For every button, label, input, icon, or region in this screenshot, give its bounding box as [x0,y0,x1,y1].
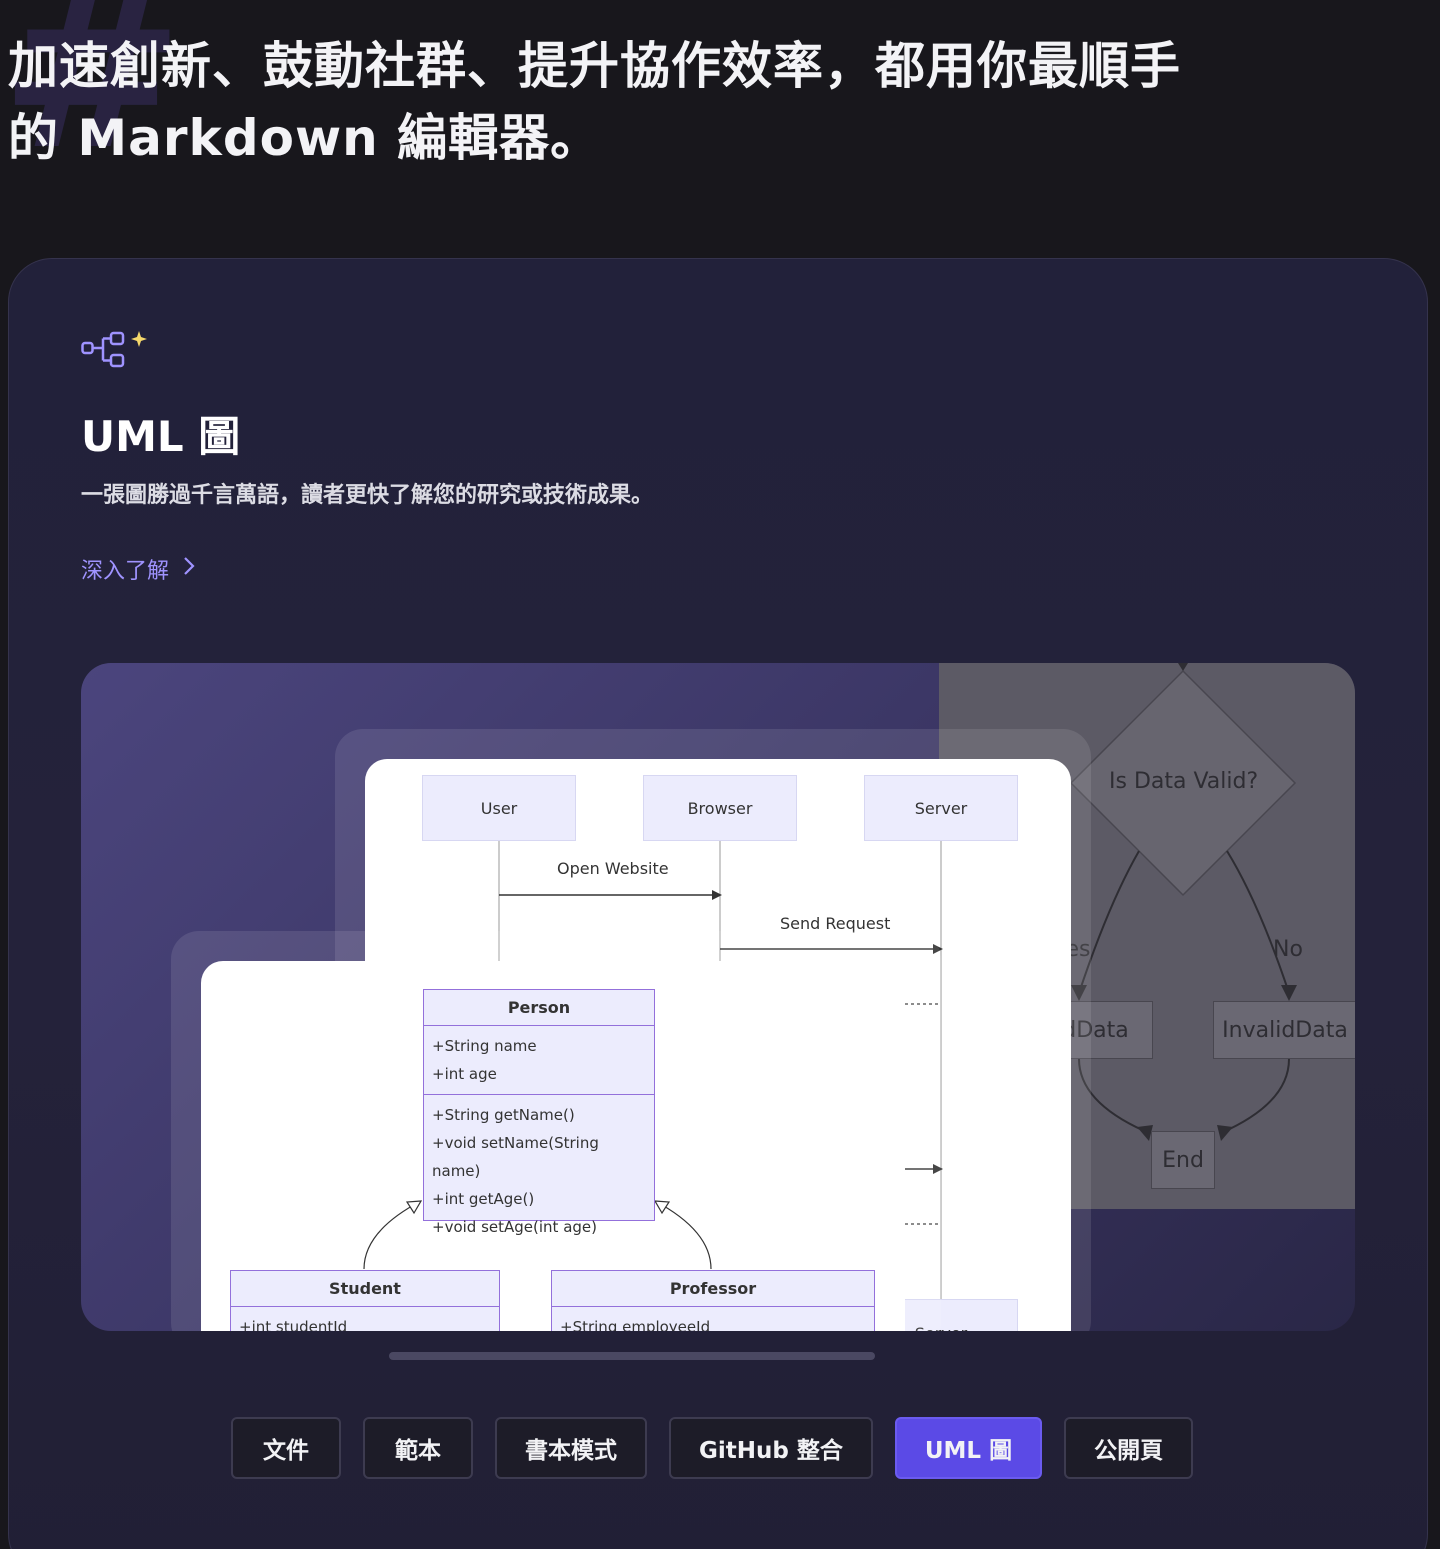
class-student: Student +int studentId [230,1270,500,1331]
class-diagram-card: Person +String name +int age +String get… [201,961,905,1331]
feature-tabs: 文件 範本 書本模式 GitHub 整合 UML 圖 公開頁 [231,1417,1194,1481]
tab-public-pages[interactable]: 公開頁 [1064,1417,1194,1479]
class-professor-name: Professor [552,1271,874,1307]
person-method: +String getName() [432,1106,575,1124]
person-attribute: +String name [432,1037,537,1055]
actor-server: Server [864,775,1018,841]
flow-end-node: End [1151,1131,1215,1189]
person-method: +int getAge() [432,1190,535,1208]
flowchart-sparkle-icon [81,331,153,375]
professor-attribute: +String employeeId [560,1318,711,1331]
tab-book-mode[interactable]: 書本模式 [495,1417,647,1479]
actor-browser: Browser [643,775,797,841]
person-method: +void setAge(int age) [432,1218,597,1236]
preview-scrollbar[interactable] [389,1352,875,1360]
tab-documents[interactable]: 文件 [231,1417,341,1479]
class-person-name: Person [424,990,654,1026]
class-person-attributes: +String name +int age [424,1026,654,1094]
tab-uml-diagram[interactable]: UML 圖 [894,1417,1043,1479]
class-professor: Professor +String employeeId [551,1270,875,1331]
flow-no-label: No [1273,937,1303,962]
tab-github-integration[interactable]: GitHub 整合 [669,1417,873,1479]
hero-title-line1: 加速創新、鼓動社群、提升協作效率，都用你最順手 [8,37,1181,95]
message-open-website: Open Website [557,859,669,878]
person-method: +void setName(String name) [432,1134,599,1180]
class-person-methods: +String getName() +void setName(String n… [424,1094,654,1247]
class-student-name: Student [231,1271,499,1307]
flow-decision-label: Is Data Valid? [1109,769,1259,794]
feature-title: UML 圖 [81,412,241,461]
learn-more-label: 深入了解 [81,559,170,584]
actor-user: User [422,775,576,841]
tab-templates[interactable]: 範本 [363,1417,473,1479]
uml-preview: Is Data Valid? Yes No ValidData InvalidD… [81,663,1355,1331]
hero-title: 加速創新、鼓動社群、提升協作效率，都用你最順手 的 Markdown 編輯器。 [8,30,1208,174]
hero-title-line2: 的 Markdown 編輯器。 [8,109,602,167]
learn-more-link[interactable]: 深入了解 [81,553,195,585]
student-attribute: +int studentId [239,1318,348,1331]
feature-description: 一張圖勝過千言萬語，讀者更快了解您的研究或技術成果。 [81,483,654,508]
chevron-right-icon [183,556,195,582]
class-person: Person +String name +int age +String get… [423,989,655,1236]
feature-card: UML 圖 一張圖勝過千言萬語，讀者更快了解您的研究或技術成果。 深入了解 Is… [8,258,1428,1549]
person-attribute: +int age [432,1065,497,1083]
flow-invalid-node: InvalidData [1213,1001,1355,1059]
